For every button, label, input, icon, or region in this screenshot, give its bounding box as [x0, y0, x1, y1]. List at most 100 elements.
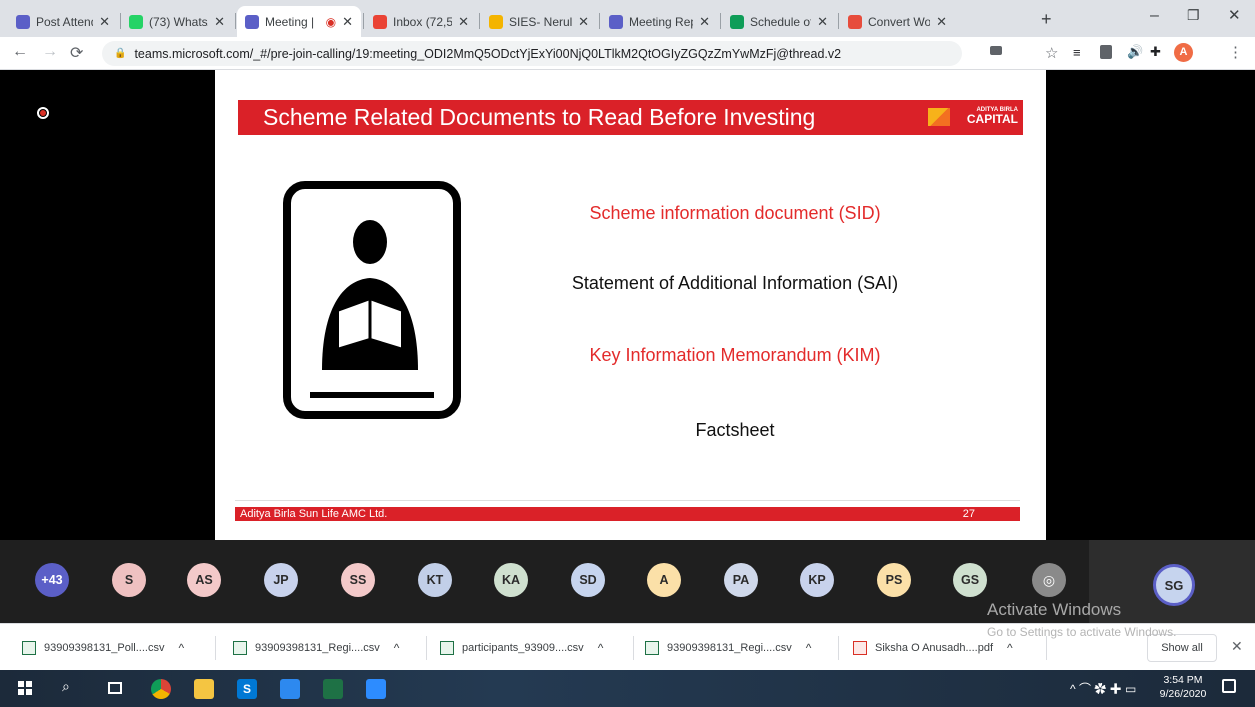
slide-item-sid: Scheme information document (SID) — [525, 203, 945, 224]
tab-4[interactable]: SIES- Nerul -2(✕ — [481, 6, 597, 37]
slide-page-number: 27 — [962, 508, 975, 520]
skype-icon[interactable]: S — [237, 679, 257, 699]
download-filename: 93909398131_Poll....csv — [44, 642, 165, 654]
tab-separator — [363, 13, 364, 29]
participant-avatar[interactable]: KP — [800, 563, 834, 597]
speaker-icon[interactable]: 🔊 — [1127, 44, 1143, 60]
tab-0[interactable]: Post Attendee ✕ — [8, 6, 118, 37]
download-item[interactable]: 93909398131_Regi....csv ^ — [645, 634, 811, 662]
tab-separator — [479, 13, 480, 29]
tab-favicon-icon — [489, 14, 503, 29]
recording-indicator-icon — [37, 107, 49, 119]
back-arrow-icon[interactable]: ← — [12, 43, 28, 61]
extension-icon[interactable]: ≡ — [1073, 45, 1081, 60]
chevron-up-icon[interactable]: ^ — [806, 641, 812, 655]
forward-arrow-icon[interactable]: → — [42, 43, 58, 61]
download-separator — [838, 636, 839, 660]
tab-6[interactable]: Schedule of In ✕ — [722, 6, 836, 37]
chrome-icon[interactable] — [151, 679, 171, 699]
tab-title: Meeting Repo — [629, 14, 693, 29]
notification-icon[interactable] — [1222, 679, 1236, 693]
download-item[interactable]: participants_93909....csv ^ — [440, 634, 603, 662]
minimize-button[interactable]: – — [1150, 7, 1159, 25]
tab-7[interactable]: Convert Word ✕ — [840, 6, 955, 37]
pdf-file-icon — [853, 641, 867, 655]
download-item[interactable]: 93909398131_Poll....csv ^ — [22, 634, 184, 662]
tab-1[interactable]: (73) WhatsApp ✕ — [121, 6, 233, 37]
tab-close-icon[interactable]: ✕ — [817, 14, 828, 30]
download-item[interactable]: 93909398131_Regi....csv ^ — [233, 634, 399, 662]
download-separator — [1046, 636, 1047, 660]
system-tray-icons[interactable]: ^ ⌒ ✿ ✚ ▭ — [1070, 680, 1136, 697]
participant-avatar[interactable]: A — [647, 563, 681, 597]
participant-avatar[interactable]: KT — [418, 563, 452, 597]
menu-icon[interactable]: ⋮ — [1228, 43, 1243, 61]
tab-favicon-icon — [373, 14, 387, 29]
tab-close-icon[interactable]: ✕ — [458, 14, 469, 30]
tab-close-icon[interactable]: ✕ — [936, 14, 947, 30]
participant-avatar[interactable]: PA — [724, 563, 758, 597]
tab-close-icon[interactable]: ✕ — [99, 14, 110, 30]
tab-3[interactable]: Inbox (72,565) ✕ — [365, 6, 477, 37]
participant-avatar[interactable]: JP — [264, 563, 298, 597]
url-field[interactable]: 🔒 teams.microsoft.com/_#/pre-join-callin… — [102, 41, 962, 66]
windows-start-icon[interactable] — [18, 681, 32, 695]
camera-icon[interactable] — [990, 46, 1002, 55]
reload-icon[interactable]: ⟳ — [70, 43, 83, 63]
address-bar-row: ← → ⟳ 🔒 teams.microsoft.com/_#/pre-join-… — [0, 37, 1255, 70]
tab-5[interactable]: Meeting Repo ✕ — [601, 6, 718, 37]
slide-item-text: Key Information Memorandum (KIM) — [589, 345, 881, 365]
tab-separator — [720, 13, 721, 29]
teams-meeting-icon[interactable] — [366, 679, 386, 699]
recording-dot-icon: ◉ — [325, 14, 337, 29]
close-window-button[interactable]: ✕ — [1228, 6, 1241, 24]
participant-avatar[interactable]: +43 — [35, 563, 69, 597]
activate-windows-title: Activate Windows — [987, 600, 1122, 619]
restore-button[interactable]: ❐ — [1187, 7, 1200, 24]
csv-file-icon — [440, 641, 454, 655]
tab-title: Meeting | — [265, 14, 315, 29]
download-filename: 93909398131_Regi....csv — [255, 642, 380, 654]
new-tab-button[interactable]: + — [1041, 9, 1052, 30]
participant-avatar[interactable]: S — [112, 563, 146, 597]
csv-file-icon — [22, 641, 36, 655]
tab-close-icon[interactable]: ✕ — [214, 14, 225, 30]
tab-title: Post Attendee — [36, 14, 93, 29]
footer-company: Aditya Birla Sun Life AMC Ltd. — [240, 508, 388, 520]
tab-close-icon[interactable]: ✕ — [342, 14, 353, 30]
participant-avatar[interactable]: SD — [571, 563, 605, 597]
slide-item-kim: Key Information Memorandum (KIM) — [525, 345, 945, 366]
tab-favicon-icon — [245, 14, 259, 29]
excel-icon[interactable] — [323, 679, 343, 699]
self-avatar[interactable]: SG — [1153, 564, 1195, 606]
chevron-up-icon[interactable]: ^ — [394, 641, 400, 655]
participant-avatar[interactable]: KA — [494, 563, 528, 597]
clock-time: 3:54 PM — [1163, 674, 1203, 686]
slide-item-factsheet: Factsheet — [525, 420, 945, 441]
participant-avatar[interactable]: GS — [953, 563, 987, 597]
tab-close-icon[interactable]: ✕ — [578, 14, 589, 30]
file-explorer-icon[interactable] — [194, 679, 214, 699]
tab-close-icon[interactable]: ✕ — [699, 14, 710, 30]
tab-2[interactable]: Meeting | ◉ ✕ — [237, 6, 361, 37]
slide-title: Scheme Related Documents to Read Before … — [263, 104, 816, 130]
extension-icon[interactable] — [1100, 45, 1112, 59]
task-view-icon[interactable] — [108, 682, 122, 694]
puzzle-icon[interactable]: ✚ — [1150, 44, 1161, 60]
chevron-up-icon[interactable]: ^ — [1007, 641, 1013, 655]
folder-icon[interactable] — [280, 679, 300, 699]
anonymous-avatar[interactable]: ◎ — [1032, 563, 1066, 597]
participant-avatar[interactable]: AS — [187, 563, 221, 597]
participant-avatar[interactable]: SS — [341, 563, 375, 597]
profile-avatar[interactable]: A — [1174, 43, 1193, 62]
search-icon[interactable]: ⌕ — [62, 678, 70, 695]
clock[interactable]: 3:54 PM 9/26/2020 — [1158, 673, 1208, 701]
download-separator — [633, 636, 634, 660]
participant-avatar[interactable]: PS — [877, 563, 911, 597]
bookmark-star-icon[interactable]: ☆ — [1045, 44, 1058, 62]
tab-title: (73) WhatsApp — [149, 14, 208, 29]
close-download-bar-icon[interactable]: ✕ — [1231, 638, 1243, 655]
chevron-up-icon[interactable]: ^ — [598, 641, 604, 655]
aditya-birla-capital-logo: ADITYA BIRLA CAPITAL — [928, 106, 1018, 128]
chevron-up-icon[interactable]: ^ — [178, 641, 184, 655]
